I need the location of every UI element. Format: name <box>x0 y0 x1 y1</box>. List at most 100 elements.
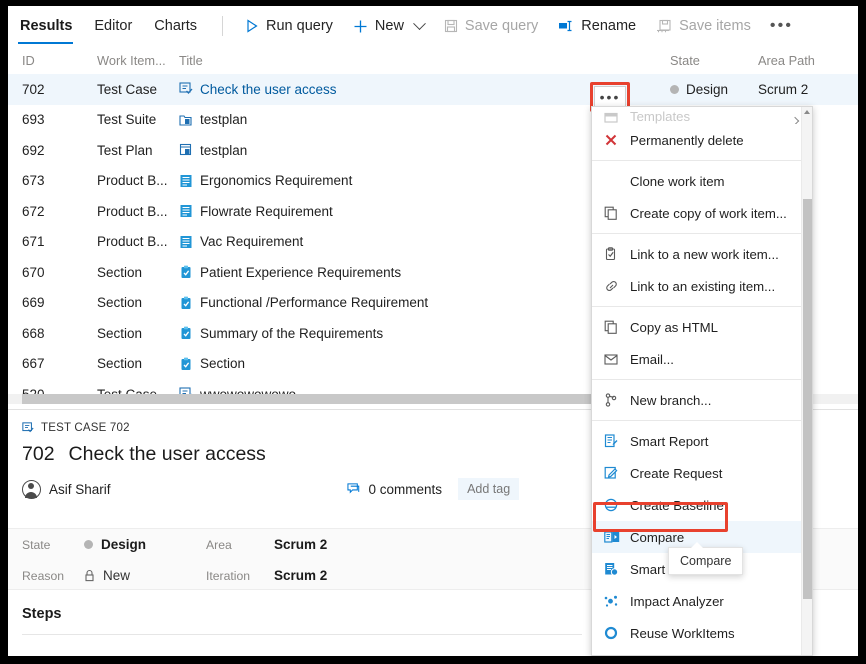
rename-icon <box>558 19 574 33</box>
template-icon <box>604 112 630 124</box>
field-value-reason-label: New <box>103 568 130 583</box>
field-label-area: Area <box>206 538 274 552</box>
menu-item-email-label: Email... <box>630 352 674 367</box>
menu-item-link-to-new-work-item[interactable]: Link to a new work item... <box>592 238 812 270</box>
cell-state: Design <box>670 82 758 97</box>
cell-id: 702 <box>22 82 97 97</box>
add-tag-button[interactable]: Add tag <box>458 478 519 500</box>
avatar <box>22 480 41 499</box>
cell-type: Test Suite <box>97 112 179 127</box>
baseline-icon <box>604 498 630 512</box>
backlog-item-icon <box>179 204 193 218</box>
cell-id: 672 <box>22 204 97 219</box>
cell-title-label[interactable]: testplan <box>200 143 247 158</box>
menu-item-impact-analyzer[interactable]: Impact Analyzer <box>592 585 812 617</box>
menu-scrollbar-thumb[interactable] <box>803 199 812 599</box>
column-header-area[interactable]: Area Path <box>758 53 858 68</box>
comment-icon <box>347 482 362 496</box>
menu-item-impact-analyzer-label: Impact Analyzer <box>630 594 724 609</box>
detail-comments[interactable]: 0 comments <box>347 482 443 497</box>
menu-item-copy-as-html[interactable]: Copy as HTML <box>592 311 812 343</box>
menu-item-clone-work-item[interactable]: Clone work item <box>592 165 812 197</box>
cell-title-label[interactable]: Vac Requirement <box>200 234 303 249</box>
menu-item-create-copy-label: Create copy of work item... <box>630 206 787 221</box>
smart-report-icon <box>604 434 630 448</box>
column-header-type[interactable]: Work Item... <box>97 53 179 68</box>
test-suite-icon <box>179 113 193 127</box>
menu-item-permanently-delete[interactable]: Permanently delete <box>592 124 812 156</box>
table-row[interactable]: 702 Test Case Check the user access Desi… <box>8 74 858 105</box>
detail-assignee[interactable]: Asif Sharif <box>49 482 111 497</box>
cell-title-label[interactable]: Functional /Performance Requirement <box>200 295 428 310</box>
plus-icon <box>353 19 368 34</box>
cell-id: 692 <box>22 143 97 158</box>
section-icon <box>179 326 193 340</box>
menu-item-templates[interactable]: Templates <box>592 107 812 124</box>
menu-item-link-to-existing-item[interactable]: Link to an existing item... <box>592 270 812 302</box>
save-items-button[interactable]: Save items <box>646 9 761 43</box>
link-new-icon <box>604 247 630 261</box>
chevron-right-icon <box>791 117 799 124</box>
menu-item-linked-artifacts[interactable]: Linked Artifacts <box>592 649 812 656</box>
tab-charts-label: Charts <box>154 18 197 34</box>
menu-item-smart-report[interactable]: Smart Report <box>592 425 812 457</box>
run-query-button[interactable]: Run query <box>235 9 343 43</box>
backlog-item-icon <box>179 235 193 249</box>
mail-icon <box>604 353 630 366</box>
field-value-iteration[interactable]: Scrum 2 <box>274 568 327 583</box>
tab-editor[interactable]: Editor <box>83 6 143 46</box>
cell-title-label[interactable]: Summary of the Requirements <box>200 326 383 341</box>
new-button[interactable]: New <box>343 9 434 43</box>
test-case-icon <box>179 82 193 96</box>
column-header-id[interactable]: ID <box>22 53 97 68</box>
field-value-state[interactable]: Design <box>84 537 206 552</box>
menu-item-create-request[interactable]: Create Request <box>592 457 812 489</box>
field-value-area[interactable]: Scrum 2 <box>274 537 327 552</box>
tab-results[interactable]: Results <box>8 6 83 46</box>
menu-item-permanently-delete-label: Permanently delete <box>630 133 744 148</box>
cell-type: Product B... <box>97 234 179 249</box>
copy-icon <box>604 206 630 220</box>
menu-item-new-branch-label: New branch... <box>630 393 711 408</box>
scroll-up-arrow-icon[interactable] <box>804 110 810 114</box>
cell-type: Test Plan <box>97 143 179 158</box>
menu-item-reuse-workitems-label: Reuse WorkItems <box>630 626 735 641</box>
cell-id: 671 <box>22 234 97 249</box>
menu-item-reuse-workitems[interactable]: Reuse WorkItems <box>592 617 812 649</box>
menu-item-email[interactable]: Email... <box>592 343 812 375</box>
menu-item-new-branch[interactable]: New branch... <box>592 384 812 416</box>
cell-title-label[interactable]: Ergonomics Requirement <box>200 173 352 188</box>
rename-button[interactable]: Rename <box>548 9 646 43</box>
row-context-menu-button[interactable]: ••• <box>594 86 626 108</box>
field-value-reason: New <box>84 568 206 583</box>
app-canvas: Results Editor Charts Run query New <box>8 6 858 656</box>
cell-title-label[interactable]: Flowrate Requirement <box>200 204 333 219</box>
cell-title-label[interactable]: Patient Experience Requirements <box>200 265 401 280</box>
grid-hscrollbar-thumb[interactable] <box>22 394 602 404</box>
column-header-state[interactable]: State <box>670 53 758 68</box>
create-request-icon <box>604 466 630 480</box>
cell-title-label[interactable]: testplan <box>200 112 247 127</box>
save-query-button[interactable]: Save query <box>434 9 548 43</box>
save-query-label: Save query <box>465 18 538 34</box>
menu-item-create-request-label: Create Request <box>630 466 722 481</box>
menu-separator <box>592 420 812 421</box>
menu-item-create-baseline[interactable]: Create Baseline <box>592 489 812 521</box>
menu-item-create-copy[interactable]: Create copy of work item... <box>592 197 812 229</box>
query-tabs: Results Editor Charts <box>8 6 208 46</box>
cell-id: 668 <box>22 326 97 341</box>
smart-icon <box>604 562 630 576</box>
menu-item-clone-work-item-label: Clone work item <box>630 174 725 189</box>
field-label-state: State <box>22 538 84 552</box>
toolbar-overflow-button[interactable]: ••• <box>761 17 802 35</box>
cell-id: 693 <box>22 112 97 127</box>
cell-title-link[interactable]: Check the user access <box>200 82 337 97</box>
column-header-title-label: Title <box>179 53 203 68</box>
new-label: New <box>375 18 404 34</box>
cell-title-label[interactable]: Section <box>200 356 245 371</box>
tooltip-label: Compare <box>680 554 731 568</box>
tab-charts[interactable]: Charts <box>143 6 208 46</box>
detail-title[interactable]: Check the user access <box>69 443 266 466</box>
menu-scrollbar[interactable] <box>801 107 812 655</box>
column-header-title[interactable]: Title <box>179 53 670 68</box>
